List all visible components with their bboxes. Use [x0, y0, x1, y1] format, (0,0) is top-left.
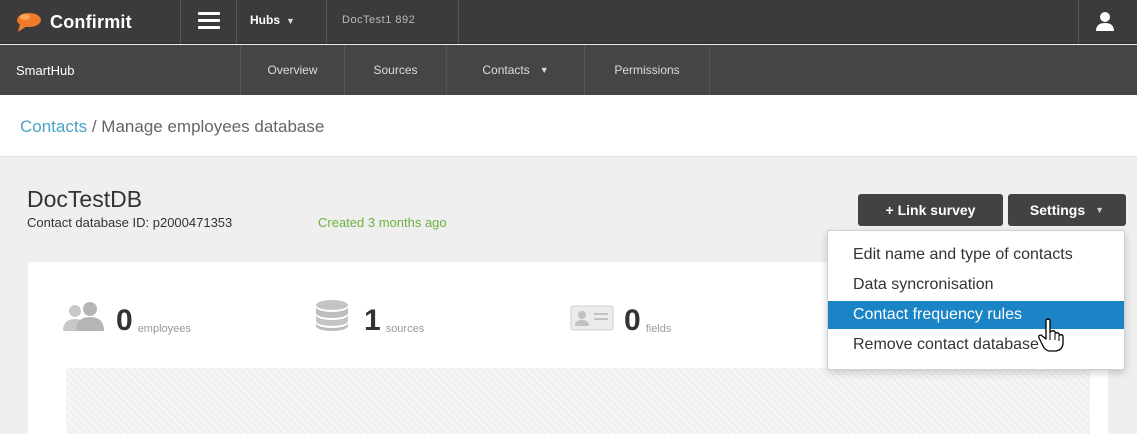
- link-survey-label: + Link survey: [885, 202, 976, 218]
- menu-item-contact-frequency[interactable]: Contact frequency rules: [828, 301, 1124, 329]
- confirmit-logo-icon: [14, 11, 44, 33]
- menu-item-remove-database[interactable]: Remove contact database: [828, 331, 1124, 359]
- settings-dropdown-menu: Edit name and type of contacts Data sync…: [827, 230, 1125, 370]
- menu-item-data-sync[interactable]: Data syncronisation: [828, 271, 1124, 299]
- hubs-label: Hubs: [250, 13, 280, 27]
- users-icon: [60, 301, 106, 336]
- tab-label: Sources: [373, 63, 418, 77]
- divider: [326, 0, 327, 44]
- divider: [458, 0, 459, 44]
- hubs-dropdown[interactable]: Hubs ▼: [250, 13, 295, 27]
- page-title: DocTestDB: [27, 186, 143, 212]
- breadcrumb-separator: /: [91, 117, 97, 136]
- smarthub-title[interactable]: SmartHub: [16, 63, 75, 78]
- breadcrumb-current: Manage employees database: [101, 117, 325, 136]
- tab-contacts[interactable]: Contacts ▼: [446, 45, 584, 95]
- user-icon[interactable]: [1094, 10, 1116, 32]
- divider: [236, 0, 237, 44]
- current-hub-name: DocTest1 892: [342, 14, 416, 26]
- settings-label: Settings: [1029, 202, 1086, 218]
- top-bar: Confirmit Hubs ▼ DocTest1 892: [0, 0, 1137, 44]
- id-card-icon: [570, 305, 614, 336]
- divider: [180, 0, 181, 44]
- breadcrumb-bar: Contacts / Manage employees database: [0, 95, 1137, 157]
- confirmit-logo[interactable]: Confirmit: [14, 7, 132, 37]
- stat-fields: 0 fields: [570, 300, 671, 336]
- hand-cursor-icon: [1038, 318, 1064, 352]
- link-survey-button[interactable]: + Link survey: [858, 194, 1003, 226]
- app-root: Confirmit Hubs ▼ DocTest1 892 SmartHub Ov…: [0, 0, 1137, 434]
- stat-label: fields: [645, 323, 672, 335]
- tab-label: Contacts: [482, 63, 530, 77]
- tab-label: Overview: [267, 63, 318, 77]
- brand-name: Confirmit: [50, 11, 132, 32]
- tab-sources[interactable]: Sources: [344, 45, 446, 95]
- chevron-down-icon: ▼: [539, 65, 549, 75]
- stat-number: 0: [116, 304, 133, 337]
- settings-button[interactable]: Settings ▼: [1008, 194, 1126, 226]
- tab-overview[interactable]: Overview: [240, 45, 344, 95]
- stat-label: sources: [385, 323, 425, 335]
- created-status: Created 3 months ago: [318, 215, 447, 230]
- database-icon: [312, 299, 354, 336]
- database-id: Contact database ID: p2000471353: [27, 215, 233, 230]
- menu-icon[interactable]: [198, 12, 220, 30]
- hub-navbar: SmartHub Overview Sources Contacts ▼ Perm…: [0, 45, 1137, 95]
- stat-number: 1: [364, 304, 381, 337]
- chevron-down-icon: ▼: [286, 16, 295, 26]
- breadcrumb: Contacts / Manage employees database: [20, 117, 324, 137]
- stat-number: 0: [624, 304, 641, 337]
- tab-label: Permissions: [614, 63, 680, 77]
- breadcrumb-link-contacts[interactable]: Contacts: [20, 117, 87, 136]
- stat-employees: 0 employees: [60, 300, 191, 336]
- menu-item-edit-name[interactable]: Edit name and type of contacts: [828, 241, 1124, 269]
- chevron-down-icon: ▼: [1095, 205, 1105, 215]
- tab-permissions[interactable]: Permissions: [584, 45, 710, 95]
- stat-label: employees: [137, 323, 191, 335]
- stat-sources: 1 sources: [312, 300, 424, 336]
- divider: [1078, 0, 1079, 44]
- chart-placeholder: [66, 368, 1090, 434]
